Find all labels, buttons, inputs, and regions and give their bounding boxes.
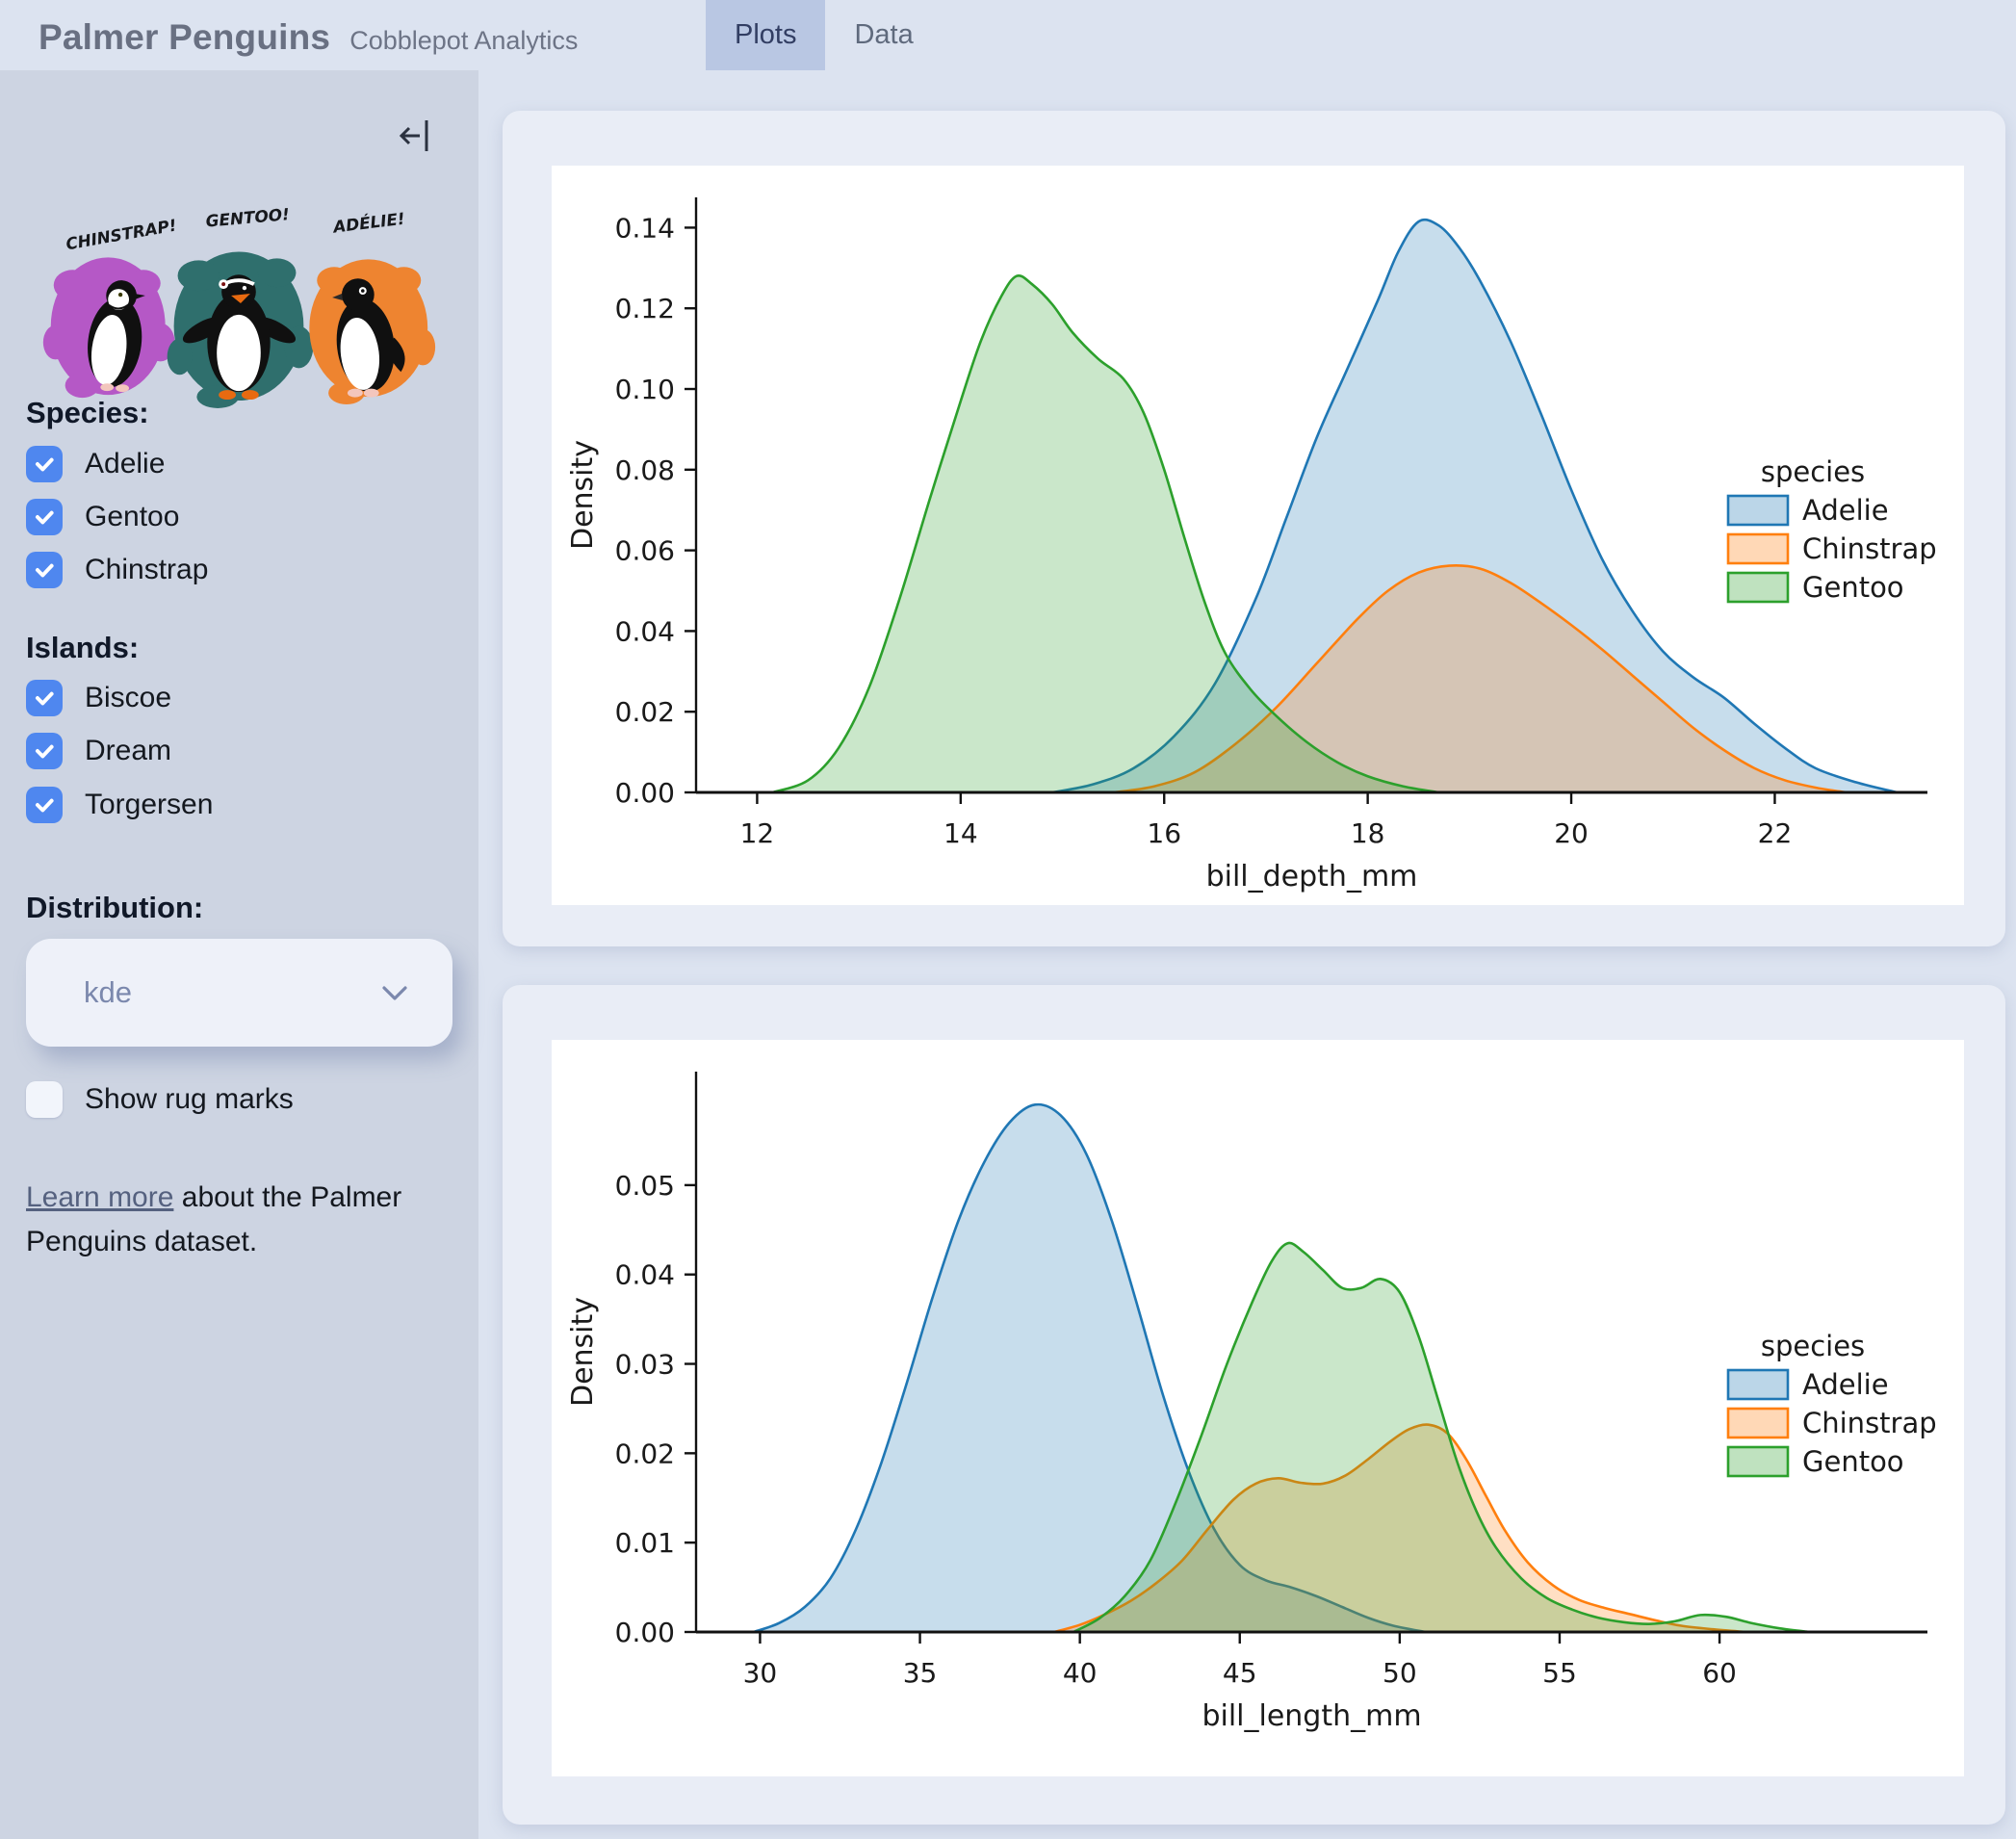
checkbox-island-biscoe[interactable]: Biscoe: [26, 677, 171, 719]
svg-text:0.05: 0.05: [615, 1170, 675, 1202]
checkbox-label: Biscoe: [85, 682, 172, 713]
svg-text:50: 50: [1383, 1657, 1417, 1689]
nav-tabs: Plots Data: [706, 0, 943, 70]
svg-text:species: species: [1761, 455, 1865, 488]
checkbox[interactable]: [26, 680, 63, 716]
svg-text:0.14: 0.14: [615, 212, 675, 244]
learn-more-link[interactable]: Learn more: [26, 1181, 173, 1213]
svg-text:0.10: 0.10: [615, 374, 675, 405]
tab-plots[interactable]: Plots: [706, 0, 826, 70]
distribution-selected-value: kde: [84, 975, 132, 1009]
svg-text:Chinstrap: Chinstrap: [1802, 532, 1937, 565]
distribution-select[interactable]: kde: [26, 939, 452, 1047]
checkbox-species-adelie[interactable]: Adelie: [26, 443, 165, 485]
svg-text:60: 60: [1702, 1657, 1737, 1689]
svg-text:16: 16: [1147, 817, 1181, 849]
svg-text:14: 14: [943, 817, 978, 849]
checkbox[interactable]: [26, 552, 63, 588]
checkbox-label: Torgersen: [85, 789, 214, 820]
checkbox-label: Dream: [85, 735, 172, 766]
checkbox-label: Chinstrap: [85, 554, 209, 585]
checkbox-island-dream[interactable]: Dream: [26, 730, 171, 772]
check-icon: [35, 510, 54, 525]
check-icon: [35, 798, 54, 813]
dataset-note: Learn more about the Palmer Penguins dat…: [26, 1176, 440, 1264]
checkbox[interactable]: [26, 733, 63, 769]
kde-plot-bill-length: 30 35 40 45 50 55 60 0.00 0.01 0.02 0.03 0.04 0.05 bi…: [552, 1040, 1964, 1776]
svg-text:Density: Density: [566, 440, 600, 550]
svg-text:12: 12: [740, 817, 775, 849]
checkbox-label: Gentoo: [85, 501, 180, 532]
svg-text:Gentoo: Gentoo: [1802, 571, 1904, 604]
svg-text:0.01: 0.01: [615, 1527, 675, 1559]
penguin-artwork: CHINSTRAP! GENTOO! ADÉLIE!: [27, 184, 447, 415]
checkbox[interactable]: [26, 446, 63, 482]
check-icon: [35, 563, 54, 578]
app-header: Palmer Penguins Cobblepot Analytics Plot…: [0, 0, 2016, 70]
svg-text:22: 22: [1758, 817, 1793, 849]
svg-text:Adelie: Adelie: [1802, 494, 1889, 527]
svg-text:Density: Density: [566, 1297, 600, 1407]
checkbox-label: Show rug marks: [85, 1083, 294, 1115]
svg-text:20: 20: [1554, 817, 1589, 849]
chinstrap-label: CHINSTRAP!: [65, 216, 178, 254]
sidebar-collapse-icon[interactable]: [398, 115, 440, 157]
gentoo-label: GENTOO!: [205, 204, 291, 231]
tab-data[interactable]: Data: [825, 0, 942, 70]
sidebar: CHINSTRAP! GENTOO! ADÉLIE! Species: Adel…: [0, 70, 478, 1839]
svg-text:Chinstrap: Chinstrap: [1802, 1407, 1937, 1439]
app-subtitle: Cobblepot Analytics: [349, 26, 579, 55]
svg-text:55: 55: [1542, 1657, 1577, 1689]
svg-text:0.03: 0.03: [615, 1349, 675, 1381]
checkbox-label: Adelie: [85, 448, 166, 479]
islands-heading: Islands:: [26, 631, 140, 664]
distribution-heading: Distribution:: [26, 891, 204, 924]
svg-text:0.04: 0.04: [615, 615, 675, 647]
svg-text:0.00: 0.00: [615, 1617, 675, 1648]
svg-text:35: 35: [903, 1657, 938, 1689]
svg-text:40: 40: [1063, 1657, 1098, 1689]
checkbox[interactable]: [26, 787, 63, 823]
checkbox[interactable]: [26, 499, 63, 535]
svg-text:bill_length_mm: bill_length_mm: [1202, 1699, 1421, 1733]
app-title: Palmer Penguins: [39, 17, 331, 57]
svg-text:0.02: 0.02: [615, 1438, 675, 1469]
svg-text:Adelie: Adelie: [1802, 1368, 1889, 1401]
checkbox[interactable]: [26, 1081, 63, 1118]
svg-text:45: 45: [1223, 1657, 1257, 1689]
svg-text:0.08: 0.08: [615, 454, 675, 486]
checkbox-species-chinstrap[interactable]: Chinstrap: [26, 549, 208, 591]
check-icon: [35, 457, 54, 472]
svg-text:0.06: 0.06: [615, 535, 675, 567]
checkbox-island-torgersen[interactable]: Torgersen: [26, 784, 213, 826]
svg-text:0.02: 0.02: [615, 696, 675, 728]
species-heading: Species:: [26, 396, 149, 429]
svg-text:18: 18: [1351, 817, 1385, 849]
svg-text:0.00: 0.00: [615, 777, 675, 809]
svg-text:bill_depth_mm: bill_depth_mm: [1206, 860, 1418, 894]
svg-text:0.12: 0.12: [615, 293, 675, 324]
checkbox-species-gentoo[interactable]: Gentoo: [26, 496, 179, 538]
svg-text:30: 30: [743, 1657, 778, 1689]
svg-text:species: species: [1761, 1330, 1865, 1362]
svg-text:0.04: 0.04: [615, 1259, 675, 1291]
check-icon: [35, 691, 54, 706]
chevron-down-icon: [381, 985, 408, 1007]
kde-plot-bill-depth: 12 14 16 18 20 22 0.00 0.02 0.04 0.06 0.08 0.10 0.12…: [552, 166, 1964, 905]
adelie-label: ADÉLIE!: [330, 208, 406, 237]
checkbox-show-rug-marks[interactable]: Show rug marks: [26, 1078, 294, 1121]
check-icon: [35, 744, 54, 759]
brand: Palmer Penguins Cobblepot Analytics: [39, 0, 578, 70]
svg-text:Gentoo: Gentoo: [1802, 1445, 1904, 1478]
